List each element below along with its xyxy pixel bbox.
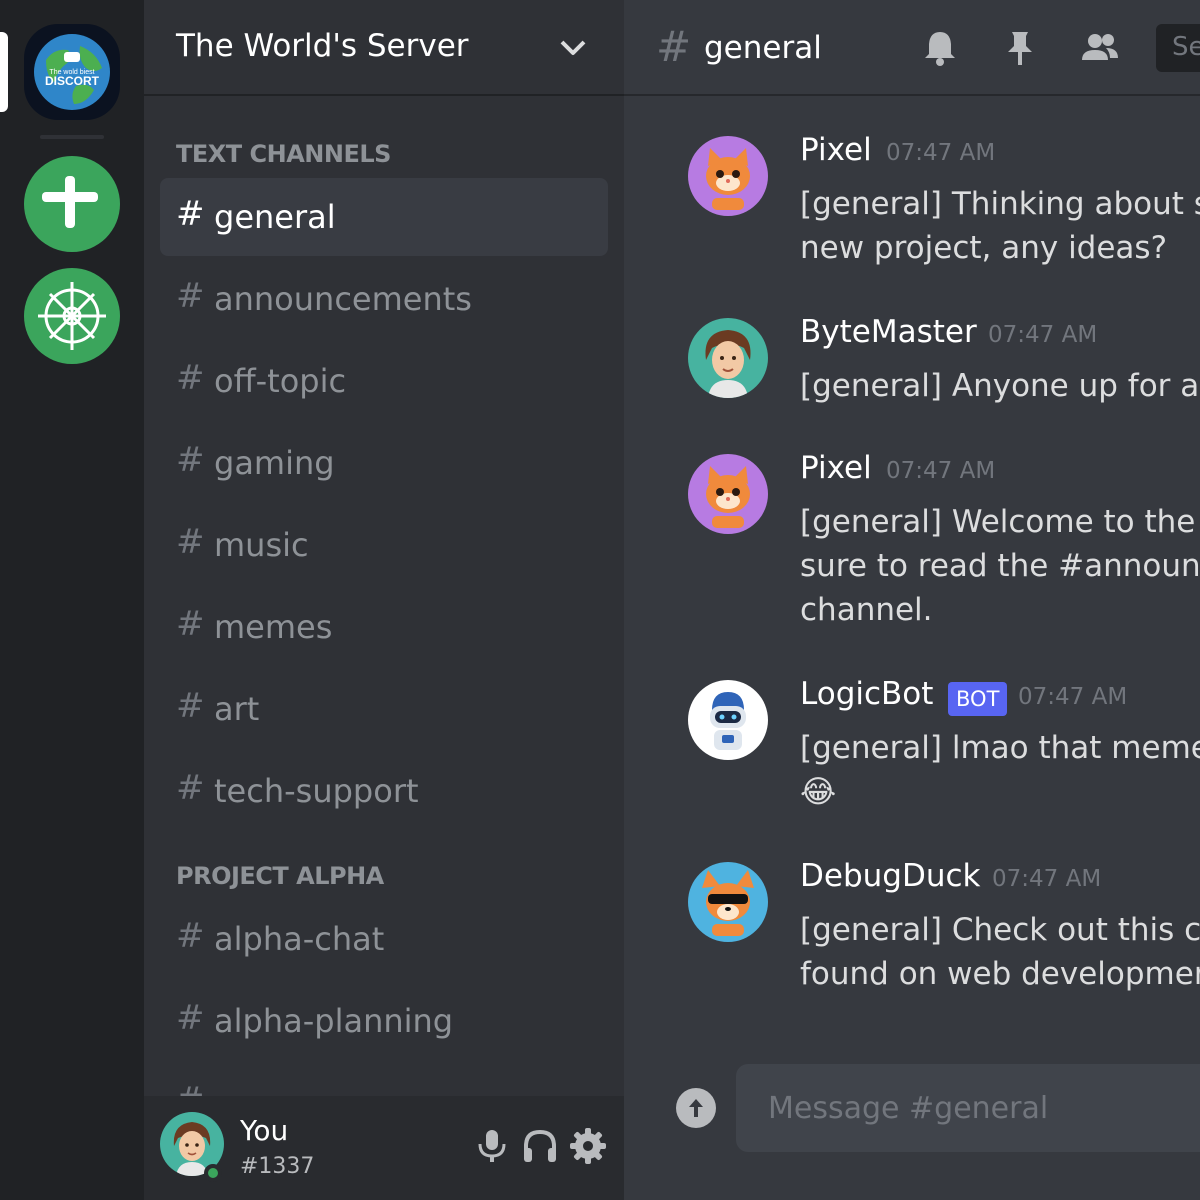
- channel-label: music: [214, 526, 309, 564]
- hash-icon: #: [176, 768, 205, 808]
- channel-item-alpha-chat[interactable]: # alpha-chat: [160, 900, 608, 978]
- arrow-up-icon: [689, 1099, 703, 1117]
- members-icon[interactable]: [1080, 28, 1120, 68]
- pin-icon[interactable]: [1000, 28, 1040, 68]
- channel-label: gaming: [214, 444, 335, 482]
- channel-hash-icon: #: [656, 22, 692, 71]
- message-author[interactable]: ByteMaster: [800, 314, 977, 350]
- chevron-down-icon: [560, 40, 586, 55]
- rail-divider: [40, 135, 104, 139]
- message-timestamp: 07:47 AM: [992, 866, 1102, 892]
- channel-item-announcements[interactable]: # announcements: [160, 260, 608, 338]
- robot-avatar-icon: [710, 692, 746, 750]
- gear-icon[interactable]: [568, 1126, 608, 1166]
- message-author[interactable]: LogicBot: [800, 676, 933, 712]
- cat-avatar-icon: [706, 466, 750, 528]
- avatar[interactable]: [688, 454, 768, 534]
- message-text: [general] Check out this cool article I …: [800, 912, 1200, 992]
- channel-label: alpha-planning: [214, 1002, 454, 1040]
- channel-label: off-topic: [214, 362, 347, 400]
- message-text: [general] Anyone up for a game?: [800, 368, 1200, 404]
- avatar[interactable]: [688, 680, 768, 760]
- hash-icon: #: [176, 604, 205, 644]
- search-input[interactable]: Se: [1156, 24, 1200, 72]
- avatar[interactable]: [688, 318, 768, 398]
- bot-badge: BOT: [948, 682, 1008, 716]
- server-rail: The wold biest DISCORT: [0, 0, 144, 1200]
- selected-server-indicator: [0, 32, 8, 112]
- user-panel: You #1337: [144, 1096, 624, 1200]
- hash-icon: #: [176, 998, 205, 1038]
- message-author[interactable]: DebugDuck: [800, 858, 980, 894]
- message-timestamp: 07:47 AM: [1018, 684, 1128, 710]
- message-text: [general] Welcome to the server! Be sure…: [800, 504, 1200, 628]
- plus-icon: [42, 176, 98, 228]
- hash-icon: #: [176, 686, 205, 726]
- avatar[interactable]: [688, 862, 768, 942]
- channel-item-memes[interactable]: # memes: [160, 588, 608, 666]
- message-list: Pixel 07:47 AM [general] Thinking about …: [624, 96, 1200, 1056]
- message-input[interactable]: [768, 1088, 1200, 1128]
- channel-item-off-topic[interactable]: # off-topic: [160, 342, 608, 420]
- channel-label: announcements: [214, 280, 472, 318]
- channel-item-tech-support[interactable]: # tech-support: [160, 752, 608, 830]
- hash-icon: #: [176, 358, 205, 398]
- message-composer: [736, 1064, 1200, 1152]
- microphone-icon[interactable]: [472, 1126, 512, 1166]
- add-server-button[interactable]: [24, 156, 120, 252]
- channel-item-alpha-planning[interactable]: # alpha-planning: [160, 982, 608, 1060]
- person-avatar-icon: [705, 330, 751, 398]
- channel-item-gaming[interactable]: # gaming: [160, 424, 608, 502]
- bell-icon[interactable]: [920, 28, 960, 68]
- channel-label: tech-support: [214, 772, 419, 810]
- message-timestamp: 07:47 AM: [886, 140, 996, 166]
- cat-avatar-icon: [706, 148, 750, 210]
- user-name: You: [240, 1114, 289, 1147]
- online-status-dot: [204, 1164, 222, 1182]
- avatar[interactable]: [688, 136, 768, 216]
- hash-icon: #: [176, 194, 205, 234]
- channel-item-music[interactable]: # music: [160, 506, 608, 584]
- hash-icon: #: [176, 916, 205, 956]
- message-emoji: 😂: [800, 774, 837, 810]
- category-text-channels[interactable]: TEXT CHANNELS: [176, 140, 391, 168]
- message-timestamp: 07:47 AM: [886, 458, 996, 484]
- hash-icon: #: [176, 276, 205, 316]
- channel-label: art: [214, 690, 260, 728]
- channel-item-general[interactable]: # general: [160, 178, 608, 256]
- message-text: [general] lmao that meme: [800, 730, 1200, 766]
- channel-sidebar: The World's Server TEXT CHANNELS # gener…: [144, 0, 624, 1200]
- globe-icon: The wold biest DISCORT: [34, 34, 110, 110]
- compass-icon: [38, 282, 106, 350]
- message-author[interactable]: Pixel: [800, 132, 872, 168]
- channel-label: memes: [214, 608, 333, 646]
- category-project-alpha[interactable]: PROJECT ALPHA: [176, 862, 384, 890]
- user-tag: #1337: [240, 1154, 315, 1179]
- search-placeholder: Se: [1172, 32, 1200, 62]
- message-text: [general] Thinking about starting a new …: [800, 186, 1200, 266]
- hash-icon: #: [176, 440, 205, 480]
- server-icon-worlds-server[interactable]: The wold biest DISCORT: [24, 24, 120, 120]
- channel-item-art[interactable]: # art: [160, 670, 608, 748]
- server-header[interactable]: The World's Server: [144, 0, 624, 96]
- channel-title: general: [704, 30, 822, 66]
- channel-label: alpha-chat: [214, 920, 385, 958]
- upload-button[interactable]: [676, 1088, 716, 1128]
- channel-label: general: [214, 198, 336, 236]
- server-logo-line2: DISCORT: [45, 74, 100, 88]
- hash-icon: #: [176, 522, 205, 562]
- headphones-icon[interactable]: [520, 1126, 560, 1166]
- message-author[interactable]: Pixel: [800, 450, 872, 486]
- dog-avatar-icon: [702, 870, 754, 936]
- message-timestamp: 07:47 AM: [988, 322, 1098, 348]
- chat-header: # general Se: [624, 0, 1200, 96]
- server-name: The World's Server: [176, 28, 469, 64]
- explore-servers-button[interactable]: [24, 268, 120, 364]
